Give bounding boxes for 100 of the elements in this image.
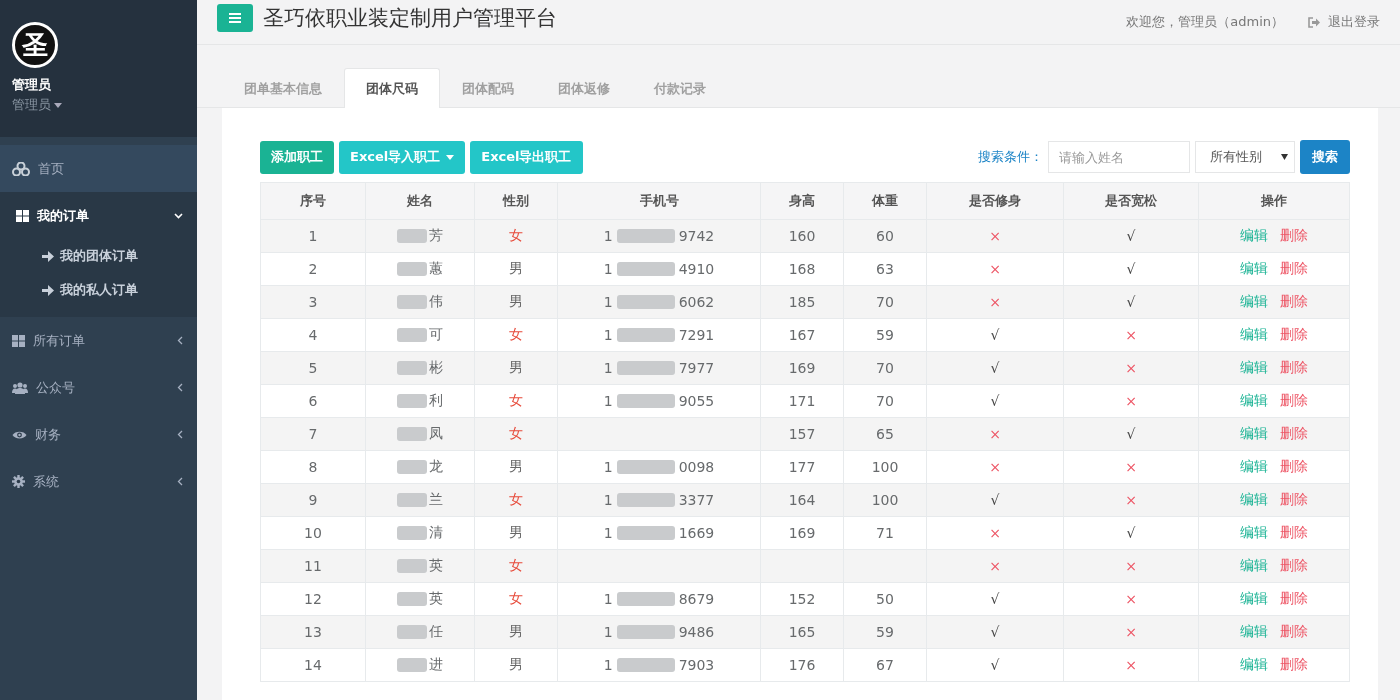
nav-subitem[interactable]: 我的私人订单 [0, 273, 197, 307]
blurred-text [616, 328, 675, 342]
edit-link[interactable]: 编辑 [1240, 458, 1268, 476]
table-cell: 59 [843, 318, 927, 352]
edit-link[interactable]: 编辑 [1240, 524, 1268, 542]
blurred-text [616, 394, 675, 408]
edit-link[interactable]: 编辑 [1240, 656, 1268, 674]
column-header: 序号 [260, 182, 366, 220]
settings-icon [12, 475, 25, 488]
tab[interactable]: 团体配码 [440, 68, 536, 108]
delete-link[interactable]: 删除 [1280, 623, 1308, 641]
edit-link[interactable]: 编辑 [1240, 293, 1268, 311]
edit-link[interactable]: 编辑 [1240, 392, 1268, 410]
edit-link[interactable]: 编辑 [1240, 491, 1268, 509]
edit-link[interactable]: 编辑 [1240, 623, 1268, 641]
blurred-text [397, 591, 427, 606]
gender-select[interactable]: 所有性别 [1195, 141, 1295, 173]
delete-link[interactable]: 删除 [1280, 260, 1308, 278]
blurred-text [616, 658, 675, 672]
name-text: 彬 [429, 358, 443, 377]
user-role-dropdown[interactable]: 管理员 [12, 96, 62, 114]
nav-item[interactable]: 财务 [0, 411, 197, 458]
nav-item[interactable]: 所有订单 [0, 317, 197, 364]
delete-link[interactable]: 删除 [1280, 425, 1308, 443]
gender-cell: 女 [474, 483, 558, 517]
gender-cell: 男 [474, 252, 558, 286]
table-cell: 9 [260, 483, 366, 517]
blurred-text [616, 295, 675, 309]
edit-link[interactable]: 编辑 [1240, 227, 1268, 245]
delete-link[interactable]: 删除 [1280, 293, 1308, 311]
table-cell: 5 [260, 351, 366, 385]
fitted-mark: × [926, 219, 1064, 253]
delete-link[interactable]: 删除 [1280, 590, 1308, 608]
toolbar-button[interactable]: Excel导入职工 [339, 140, 466, 174]
loose-mark: √ [1063, 417, 1199, 451]
tab[interactable]: 团体尺码 [344, 68, 440, 108]
fitted-mark: × [926, 549, 1064, 583]
gender-cell: 女 [474, 219, 558, 253]
toolbar-button[interactable]: Excel导出职工 [470, 140, 583, 174]
phone-text: 1 [603, 624, 613, 640]
edit-link[interactable]: 编辑 [1240, 590, 1268, 608]
table-cell: 7 [260, 417, 366, 451]
nav-item[interactable]: 系统 [0, 458, 197, 505]
name-text: 龙 [429, 457, 443, 476]
blurred-text [616, 460, 675, 474]
delete-link[interactable]: 删除 [1280, 227, 1308, 245]
edit-link[interactable]: 编辑 [1240, 260, 1268, 278]
fitted-mark: √ [926, 384, 1064, 418]
name-text: 英 [429, 556, 443, 575]
blurred-text [397, 393, 427, 408]
logout-link[interactable]: 退出登录 [1308, 13, 1380, 31]
nav-item[interactable]: 公众号 [0, 364, 197, 411]
loose-mark: × [1063, 384, 1199, 418]
delete-link[interactable]: 删除 [1280, 656, 1308, 674]
table-cell: 63 [843, 252, 927, 286]
edit-link[interactable]: 编辑 [1240, 359, 1268, 377]
table-cell: 176 [760, 648, 844, 682]
nav-item[interactable]: 首页 [0, 145, 197, 192]
gender-cell: 女 [474, 384, 558, 418]
loose-mark: × [1063, 351, 1199, 385]
delete-link[interactable]: 删除 [1280, 326, 1308, 344]
search-field[interactable]: 请输入姓名 [1048, 141, 1190, 173]
delete-link[interactable]: 删除 [1280, 557, 1308, 575]
table-cell: 71 [843, 516, 927, 550]
delete-link[interactable]: 删除 [1280, 458, 1308, 476]
name-text: 利 [429, 391, 443, 410]
table-cell: 160 [760, 219, 844, 253]
delete-link[interactable]: 删除 [1280, 392, 1308, 410]
loose-mark: × [1063, 648, 1199, 682]
page-title: 圣巧依职业装定制用户管理平台 [263, 5, 558, 32]
phone-text: 7903 [678, 657, 715, 673]
phone-text: 3377 [678, 492, 715, 508]
loose-mark: × [1063, 615, 1199, 649]
edit-link[interactable]: 编辑 [1240, 425, 1268, 443]
table-cell: 60 [843, 219, 927, 253]
phone-text: 1 [603, 228, 613, 244]
delete-link[interactable]: 删除 [1280, 359, 1308, 377]
table-cell: 50 [843, 582, 927, 616]
delete-link[interactable]: 删除 [1280, 491, 1308, 509]
delete-link[interactable]: 删除 [1280, 524, 1308, 542]
loose-mark: √ [1063, 285, 1199, 319]
tab[interactable]: 团体返修 [536, 68, 632, 108]
phone-text: 1669 [678, 525, 715, 541]
phone-text: 1 [603, 327, 613, 343]
phone-text: 6062 [678, 294, 715, 310]
toolbar-button[interactable]: 添加职工 [260, 140, 334, 174]
eye-icon [12, 429, 27, 440]
tab[interactable]: 团单基本信息 [222, 68, 344, 108]
gender-cell: 男 [474, 285, 558, 319]
gender-cell: 女 [474, 318, 558, 352]
edit-link[interactable]: 编辑 [1240, 326, 1268, 344]
nav-subitem[interactable]: 我的团体订单 [0, 239, 197, 273]
search-button[interactable]: 搜索 [1300, 140, 1350, 174]
fitted-mark: √ [926, 648, 1064, 682]
phone-text: 9055 [678, 393, 715, 409]
tab[interactable]: 付款记录 [632, 68, 728, 108]
edit-link[interactable]: 编辑 [1240, 557, 1268, 575]
blurred-text [616, 229, 675, 243]
menu-button[interactable] [217, 4, 253, 32]
table-cell: 65 [843, 417, 927, 451]
